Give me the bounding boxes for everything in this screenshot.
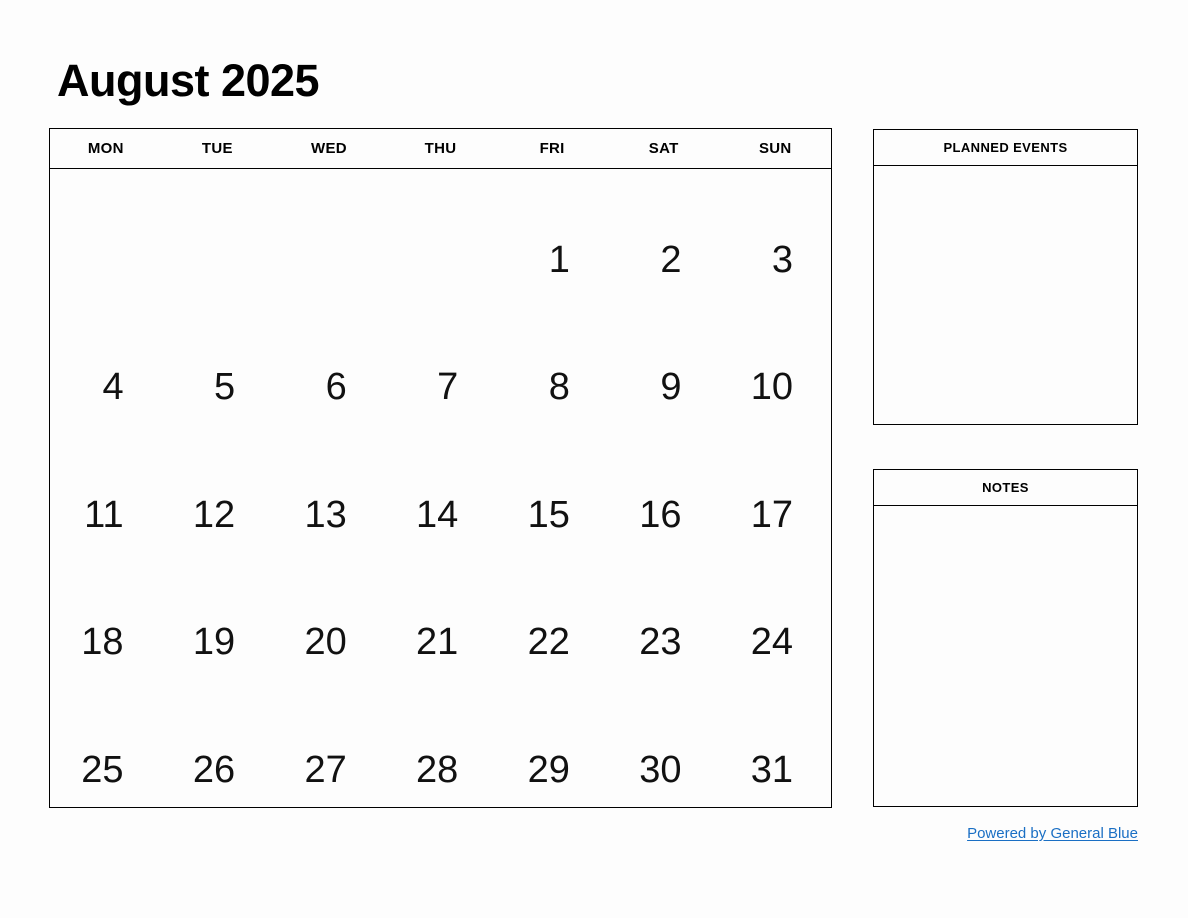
day-number: 12 xyxy=(192,493,236,536)
day-number: 9 xyxy=(660,366,682,409)
day-cell[interactable]: 26 xyxy=(162,679,274,807)
calendar-week-row: 1 2 3 xyxy=(50,169,831,297)
calendar-week-row: 11 12 13 14 15 16 17 xyxy=(50,424,831,552)
day-number: 17 xyxy=(750,493,794,536)
day-cell[interactable]: 19 xyxy=(162,552,274,680)
day-number: 23 xyxy=(639,621,682,664)
calendar-weeks: 1 2 3 4 5 6 7 8 9 10 11 12 13 14 15 16 1… xyxy=(50,169,831,807)
day-cell[interactable]: 20 xyxy=(273,552,385,680)
calendar-week-row: 4 5 6 7 8 9 10 xyxy=(50,297,831,425)
notes-panel: NOTES xyxy=(873,469,1138,807)
day-cell[interactable]: 22 xyxy=(496,552,608,680)
day-number: 15 xyxy=(527,493,570,536)
day-number: 4 xyxy=(102,366,124,409)
powered-by-general-blue-link[interactable]: Powered by General Blue xyxy=(967,825,1138,842)
day-number: 5 xyxy=(214,366,236,409)
notes-panel-title: NOTES xyxy=(874,470,1137,506)
day-cell[interactable]: 24 xyxy=(719,552,831,680)
page-title: August 2025 xyxy=(57,55,320,106)
footer: Powered by General Blue xyxy=(873,825,1138,843)
day-number: 25 xyxy=(81,748,124,791)
day-cell[interactable]: 5 xyxy=(162,297,274,425)
day-cell[interactable]: 29 xyxy=(496,679,608,807)
day-number: 27 xyxy=(304,748,347,791)
day-number: 21 xyxy=(416,621,459,664)
day-number: 29 xyxy=(527,748,570,791)
day-cell[interactable]: 27 xyxy=(273,679,385,807)
day-number: 13 xyxy=(304,493,347,536)
day-cell[interactable]: 4 xyxy=(50,297,162,425)
day-cell[interactable]: 30 xyxy=(608,679,720,807)
day-number: 26 xyxy=(192,748,236,791)
planned-events-panel: PLANNED EVENTS xyxy=(873,129,1138,425)
day-cell[interactable]: 25 xyxy=(50,679,162,807)
day-cell[interactable]: 28 xyxy=(385,679,497,807)
day-cell[interactable]: 6 xyxy=(273,297,385,425)
day-number: 10 xyxy=(750,366,794,409)
calendar-week-row: 18 19 20 21 22 23 24 xyxy=(50,552,831,680)
planned-events-panel-title: PLANNED EVENTS xyxy=(874,130,1137,166)
day-number: 1 xyxy=(548,238,570,281)
planned-events-panel-body[interactable] xyxy=(874,166,1137,424)
day-cell[interactable] xyxy=(162,169,274,297)
day-number: 28 xyxy=(416,748,459,791)
day-cell[interactable]: 8 xyxy=(496,297,608,425)
notes-panel-body[interactable] xyxy=(874,506,1137,806)
calendar-grid: MON TUE WED THU FRI SAT SUN 1 2 3 4 5 6 … xyxy=(49,128,832,808)
weekday-header-wed: WED xyxy=(310,140,347,157)
day-cell[interactable]: 2 xyxy=(608,169,720,297)
weekday-header-sun: SUN xyxy=(758,140,792,157)
day-number: 16 xyxy=(639,493,682,536)
day-number: 2 xyxy=(660,238,682,281)
day-cell[interactable]: 11 xyxy=(50,424,162,552)
weekday-header-fri: FRI xyxy=(539,140,565,157)
day-cell[interactable]: 17 xyxy=(719,424,831,552)
day-number: 20 xyxy=(304,621,347,664)
day-cell[interactable]: 3 xyxy=(719,169,831,297)
day-cell[interactable]: 12 xyxy=(162,424,274,552)
day-number: 30 xyxy=(639,748,682,791)
day-number: 3 xyxy=(771,238,794,281)
weekday-header-thu: THU xyxy=(424,140,457,157)
day-number: 14 xyxy=(416,493,459,536)
day-cell[interactable]: 31 xyxy=(719,679,831,807)
day-cell[interactable]: 18 xyxy=(50,552,162,680)
day-number: 8 xyxy=(548,366,570,409)
day-number: 7 xyxy=(437,366,459,409)
calendar-week-row: 25 26 27 28 29 30 31 xyxy=(50,679,831,807)
weekday-header-mon: MON xyxy=(87,140,124,157)
weekday-header-sat: SAT xyxy=(648,140,679,157)
day-number: 31 xyxy=(750,748,794,791)
day-cell[interactable]: 1 xyxy=(496,169,608,297)
day-cell[interactable]: 7 xyxy=(385,297,497,425)
day-number: 22 xyxy=(527,621,570,664)
day-number: 6 xyxy=(325,366,347,409)
day-number: 18 xyxy=(81,621,124,664)
weekday-header-row: MON TUE WED THU FRI SAT SUN xyxy=(50,129,831,169)
day-cell[interactable]: 9 xyxy=(608,297,720,425)
day-cell[interactable] xyxy=(273,169,385,297)
day-cell[interactable]: 14 xyxy=(385,424,497,552)
day-cell[interactable]: 15 xyxy=(496,424,608,552)
day-cell[interactable]: 16 xyxy=(608,424,720,552)
day-cell[interactable] xyxy=(385,169,497,297)
day-cell[interactable]: 10 xyxy=(719,297,831,425)
day-number: 24 xyxy=(750,621,794,664)
weekday-header-tue: TUE xyxy=(201,140,233,157)
day-cell[interactable]: 13 xyxy=(273,424,385,552)
day-cell[interactable]: 21 xyxy=(385,552,497,680)
day-number: 19 xyxy=(192,621,236,664)
day-cell[interactable] xyxy=(50,169,162,297)
day-number: 11 xyxy=(84,493,124,536)
day-cell[interactable]: 23 xyxy=(608,552,720,680)
